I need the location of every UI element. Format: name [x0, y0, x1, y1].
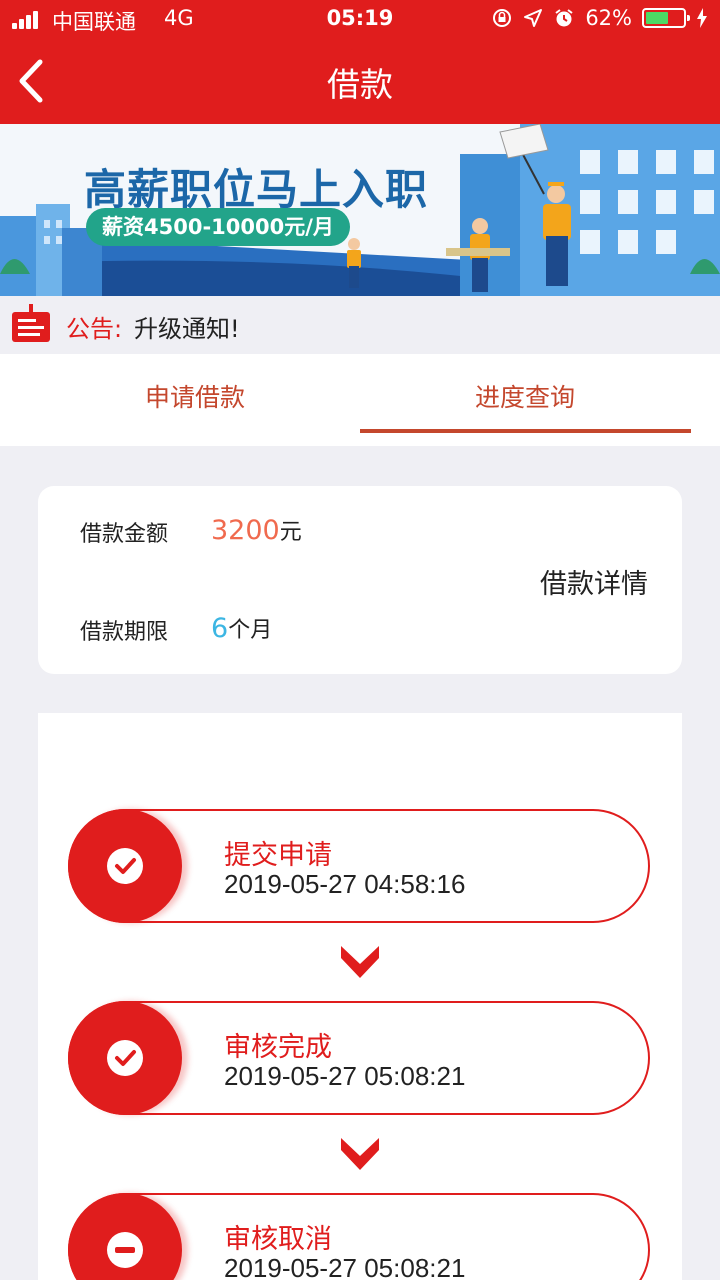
chevron-down-icon — [341, 1138, 379, 1170]
loan-summary-card: 借款金额 3200元 借款详情 借款期限 6个月 — [38, 486, 682, 674]
step-status-circle — [68, 809, 182, 923]
notice-text[interactable]: 升级通知! — [134, 309, 240, 344]
charging-icon — [697, 8, 707, 28]
recruit-banner[interactable]: 高薪职位马上入职 薪资4500-10000元/月 — [0, 124, 720, 296]
tab-apply-loan[interactable]: 申请借款 — [30, 378, 360, 414]
step-title: 审核完成 — [224, 1032, 332, 1063]
step-submit-application: 提交申请 2019-05-27 04:58:16 — [68, 809, 650, 923]
battery-percent: 62% — [585, 6, 632, 30]
loan-detail-link[interactable]: 借款详情 — [540, 562, 648, 601]
step-title: 提交申请 — [224, 840, 332, 871]
notice-tag: 公告: — [66, 315, 123, 343]
step-status-circle — [68, 1001, 182, 1115]
step-time: 2019-05-27 05:08:21 — [224, 1061, 466, 1091]
tab-bar: 申请借款 进度查询 — [0, 354, 720, 446]
battery-level-fill — [646, 12, 669, 24]
alarm-icon — [555, 9, 573, 27]
orientation-lock-icon — [493, 9, 512, 27]
amount-unit: 元 — [279, 520, 302, 545]
location-icon — [524, 9, 543, 27]
step-time: 2019-05-27 05:08:21 — [224, 1253, 466, 1280]
term-value: 6个月 — [211, 612, 272, 644]
status-bar: 中国联通 4G 05:19 62% — [0, 0, 720, 40]
check-icon — [107, 848, 143, 884]
step-time: 2019-05-27 04:58:16 — [224, 869, 466, 899]
notice-bar[interactable]: 公告: 升级通知! — [0, 296, 720, 354]
amount-label: 借款金额 — [80, 522, 169, 547]
term-unit: 个月 — [228, 618, 273, 643]
nav-bar: 借款 — [0, 40, 720, 124]
app-header: 中国联通 4G 05:19 62% 借款 — [0, 0, 720, 124]
chevron-down-icon — [341, 946, 379, 978]
step-review-complete: 审核完成 2019-05-27 05:08:21 — [68, 1001, 650, 1115]
step-title: 审核取消 — [224, 1224, 332, 1255]
minus-icon — [107, 1232, 143, 1268]
amount-number: 3200 — [211, 515, 280, 546]
salary-badge: 薪资4500-10000元/月 — [86, 208, 350, 246]
tab-progress-query[interactable]: 进度查询 — [360, 378, 690, 414]
term-label: 借款期限 — [80, 620, 169, 645]
check-icon — [107, 1040, 143, 1076]
amount-value: 3200元 — [211, 514, 302, 546]
page-title: 借款 — [327, 65, 393, 104]
battery-icon — [642, 8, 690, 28]
term-number: 6 — [211, 613, 229, 644]
step-review-cancelled: 审核取消 2019-05-27 05:08:21 — [68, 1193, 650, 1280]
announcement-icon — [12, 304, 50, 342]
active-tab-indicator — [360, 429, 691, 433]
